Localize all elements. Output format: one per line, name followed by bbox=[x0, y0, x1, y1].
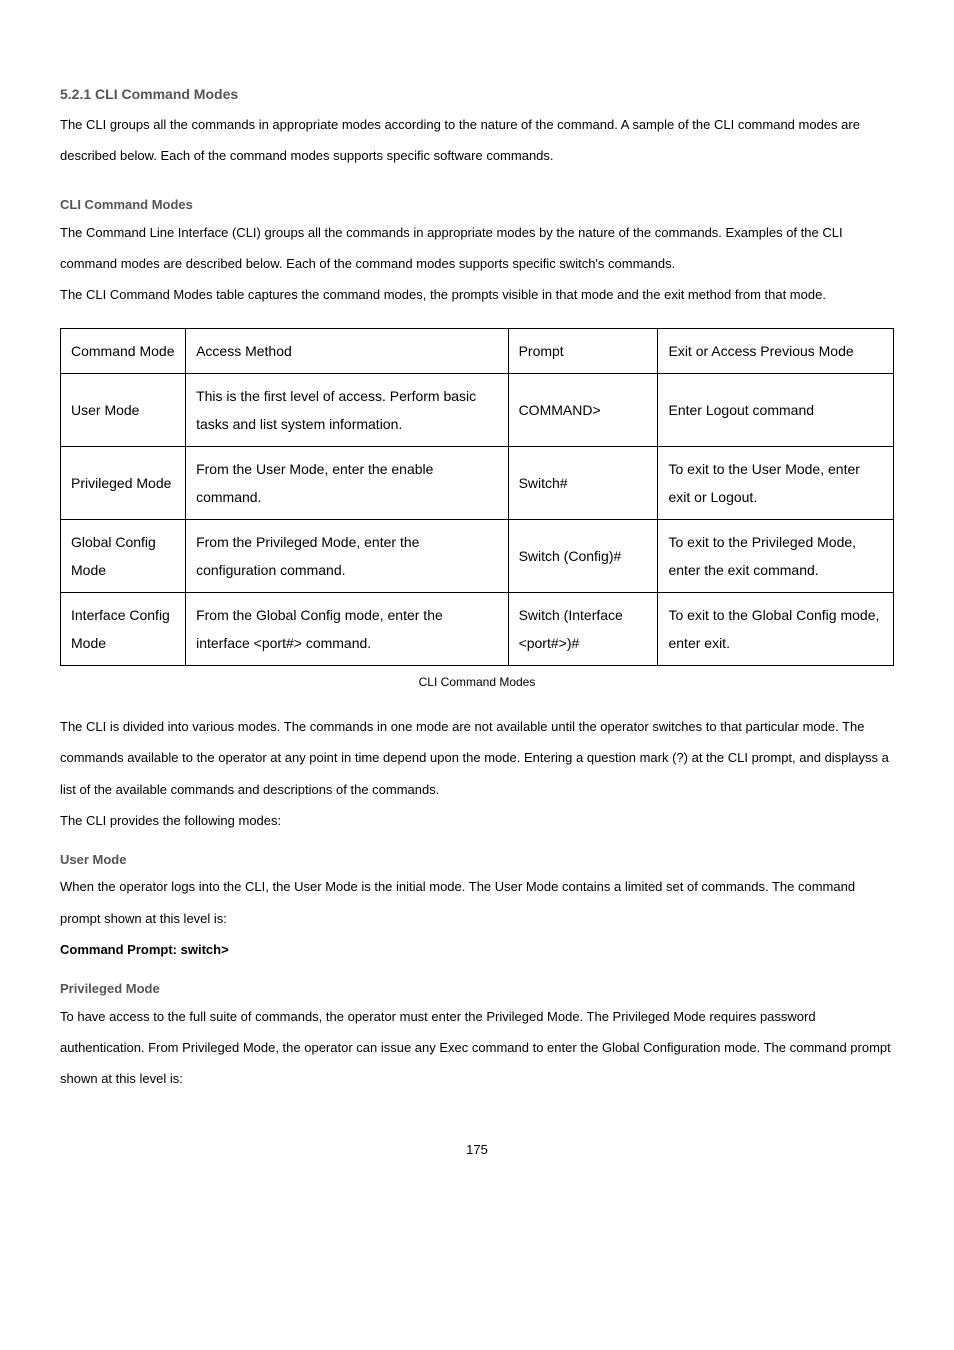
section-heading: 5.2.1 CLI Command Modes bbox=[60, 84, 894, 105]
cli-description-paragraph: The Command Line Interface (CLI) groups … bbox=[60, 217, 894, 279]
cell-prompt: COMMAND> bbox=[508, 374, 658, 447]
cell-exit: Enter Logout command bbox=[658, 374, 894, 447]
header-prompt: Prompt bbox=[508, 329, 658, 374]
cli-term: Command Line Interface (CLI) bbox=[86, 225, 261, 240]
user-mode-paragraph: When the operator logs into the CLI, the… bbox=[60, 871, 894, 933]
priv-mode-heading: Privileged Mode bbox=[60, 979, 894, 999]
sub-heading-cli-modes: CLI Command Modes bbox=[60, 195, 894, 215]
user-mode-prompt-text: Command Prompt: switch> bbox=[60, 934, 894, 965]
cell-prompt: Switch# bbox=[508, 447, 658, 520]
cell-access: This is the first level of access. Perfo… bbox=[186, 374, 508, 447]
cell-access: From the User Mode, enter the enable com… bbox=[186, 447, 508, 520]
table-intro-paragraph: The CLI Command Modes table captures the… bbox=[60, 279, 894, 310]
cell-prompt: Switch (Config)# bbox=[508, 520, 658, 593]
cell-exit: To exit to the Privileged Mode, enter th… bbox=[658, 520, 894, 593]
cell-mode: Privileged Mode bbox=[61, 447, 186, 520]
header-exit: Exit or Access Previous Mode bbox=[658, 329, 894, 374]
priv-mode-paragraph: To have access to the full suite of comm… bbox=[60, 1001, 894, 1095]
table-row: User Mode This is the first level of acc… bbox=[61, 374, 894, 447]
cell-exit: To exit to the User Mode, enter exit or … bbox=[658, 447, 894, 520]
cell-prompt: Switch (Interface <port#>)# bbox=[508, 593, 658, 666]
cell-access: From the Global Config mode, enter the i… bbox=[186, 593, 508, 666]
text-prefix: The bbox=[60, 225, 86, 240]
page-number: 175 bbox=[60, 1134, 894, 1165]
cell-mode: User Mode bbox=[61, 374, 186, 447]
table-row: Privileged Mode From the User Mode, ente… bbox=[61, 447, 894, 520]
table-header-row: Command Mode Access Method Prompt Exit o… bbox=[61, 329, 894, 374]
cell-access: From the Privileged Mode, enter the conf… bbox=[186, 520, 508, 593]
intro-paragraph: The CLI groups all the commands in appro… bbox=[60, 109, 894, 171]
table-row: Interface Config Mode From the Global Co… bbox=[61, 593, 894, 666]
cell-mode: Interface Config Mode bbox=[61, 593, 186, 666]
user-mode-heading: User Mode bbox=[60, 850, 894, 870]
table-caption: CLI Command Modes bbox=[60, 674, 894, 691]
modes-overview-paragraph: The CLI is divided into various modes. T… bbox=[60, 711, 894, 805]
cell-mode: Global Config Mode bbox=[61, 520, 186, 593]
table-row: Global Config Mode From the Privileged M… bbox=[61, 520, 894, 593]
header-access-method: Access Method bbox=[186, 329, 508, 374]
header-command-mode: Command Mode bbox=[61, 329, 186, 374]
cell-exit: To exit to the Global Config mode, enter… bbox=[658, 593, 894, 666]
cli-modes-table: Command Mode Access Method Prompt Exit o… bbox=[60, 328, 894, 666]
modes-list-intro: The CLI provides the following modes: bbox=[60, 805, 894, 836]
